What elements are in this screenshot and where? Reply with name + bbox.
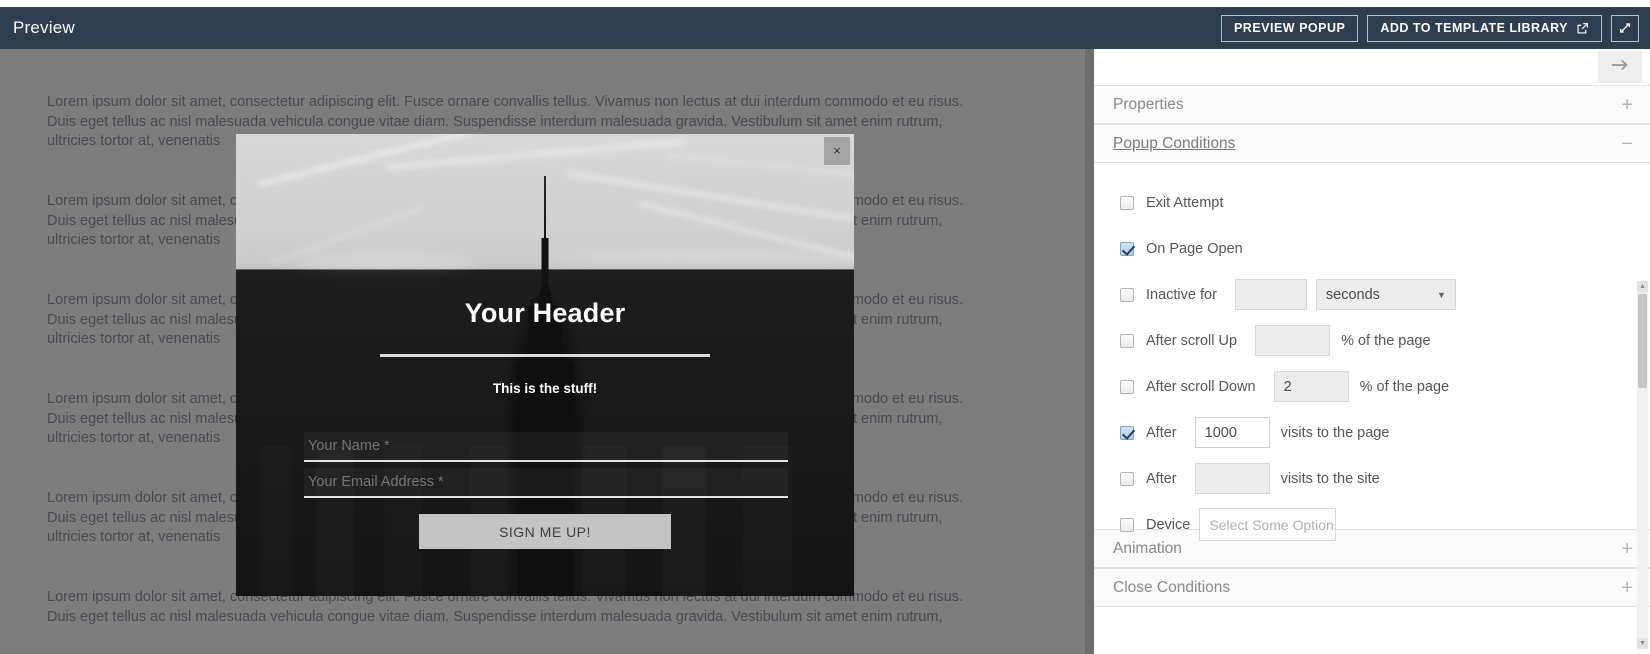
- checkbox-inactive-for[interactable]: [1120, 287, 1134, 302]
- inactive-unit-value: seconds: [1325, 286, 1380, 303]
- panel-top-strip: [1094, 49, 1650, 85]
- condition-label: Inactive for: [1146, 286, 1217, 303]
- popup-submit-button[interactable]: SIGN ME UP!: [419, 514, 671, 549]
- external-link-icon: [1576, 22, 1589, 35]
- condition-label: After: [1146, 470, 1177, 487]
- cloud-streak-icon: [296, 256, 476, 270]
- after-scroll-up-input[interactable]: [1255, 325, 1331, 356]
- checkbox-on-page-open[interactable]: [1120, 241, 1134, 256]
- condition-row-after-scroll-up: After scroll Up % of the page: [1094, 323, 1650, 358]
- condition-label: After scroll Up: [1146, 332, 1238, 349]
- arrow-right-icon: [1610, 58, 1630, 77]
- condition-row-after-visits-site: After visits to the site: [1094, 461, 1650, 496]
- accordion-section-properties[interactable]: Properties +: [1094, 85, 1650, 124]
- checkbox-after-visits-page[interactable]: [1120, 425, 1134, 440]
- condition-row-on-page-open: On Page Open: [1094, 231, 1650, 266]
- condition-label: Device: [1146, 516, 1191, 533]
- expand-diagonal-icon: [1618, 21, 1632, 35]
- condition-label: On Page Open: [1146, 240, 1243, 257]
- settings-panel: Properties + Popup Conditions − Exit Att…: [1085, 49, 1650, 654]
- popup-header-text: Your Header: [464, 298, 626, 328]
- condition-label: After: [1146, 424, 1177, 441]
- checkbox-exit-attempt[interactable]: [1120, 195, 1134, 210]
- preview-canvas: Lorem ipsum dolor sit amet, consectetur …: [0, 49, 1085, 654]
- add-to-template-library-button[interactable]: ADD TO TEMPLATE LIBRARY: [1367, 14, 1602, 42]
- expand-plus-icon: +: [1621, 576, 1633, 599]
- after-visits-page-input[interactable]: [1194, 417, 1270, 448]
- panel-gutter: [1085, 49, 1094, 654]
- condition-suffix: % of the page: [1359, 378, 1450, 395]
- scrollbar-thumb[interactable]: [1638, 294, 1647, 388]
- condition-label: Exit Attempt: [1146, 194, 1224, 211]
- chevron-down-icon: ▼: [1437, 289, 1446, 300]
- device-multiselect[interactable]: Select Some Options: [1199, 508, 1337, 541]
- scrollbar-up-arrow-icon[interactable]: ▲: [1637, 281, 1648, 292]
- panel-body: Properties + Popup Conditions − Exit Att…: [1094, 49, 1650, 654]
- accordion-label: Close Conditions: [1113, 578, 1231, 596]
- popup-subtext: This is the stuff!: [492, 381, 598, 396]
- accordion-section-popup-conditions[interactable]: Popup Conditions −: [1094, 124, 1650, 163]
- popup-conditions-panel: Exit Attempt On Page Open Inactive for s…: [1094, 163, 1650, 649]
- checkbox-after-scroll-down[interactable]: [1120, 379, 1134, 394]
- condition-row-after-scroll-down: After scroll Down % of the page: [1094, 369, 1650, 404]
- checkbox-device[interactable]: [1120, 517, 1134, 532]
- expand-plus-icon: +: [1621, 93, 1633, 116]
- panel-scrollbar[interactable]: ▲ ▼: [1637, 281, 1648, 649]
- checkbox-after-scroll-up[interactable]: [1120, 333, 1134, 348]
- accordion-label: Popup Conditions: [1113, 134, 1236, 152]
- popup-builder-screen: Preview PREVIEW POPUP ADD TO TEMPLATE LI…: [0, 0, 1650, 654]
- device-placeholder: Select Some Options: [1209, 516, 1337, 533]
- collapse-minus-icon: −: [1621, 132, 1633, 155]
- accordion-section-close-conditions[interactable]: Close Conditions +: [1094, 568, 1650, 607]
- page-title: Preview: [13, 18, 75, 37]
- fullscreen-expand-button[interactable]: [1611, 14, 1639, 42]
- condition-row-inactive-for: Inactive for seconds ▼: [1094, 277, 1650, 312]
- preview-popup-label: PREVIEW POPUP: [1233, 21, 1346, 35]
- collapse-panel-button[interactable]: [1598, 51, 1642, 83]
- condition-row-device: Device Select Some Options: [1094, 507, 1650, 542]
- preview-popup-button[interactable]: PREVIEW POPUP: [1220, 14, 1359, 42]
- accordion-label: Animation: [1113, 539, 1182, 557]
- antenna: [544, 176, 546, 246]
- popup-name-input[interactable]: [304, 432, 788, 462]
- toolbar-actions: PREVIEW POPUP ADD TO TEMPLATE LIBRARY: [1220, 14, 1650, 42]
- condition-label: After scroll Down: [1146, 378, 1256, 395]
- cloud-streak-icon: [567, 171, 854, 221]
- accordion-label: Properties: [1113, 95, 1184, 113]
- scrollbar-down-arrow-icon[interactable]: ▼: [1637, 638, 1648, 649]
- condition-suffix: visits to the site: [1280, 470, 1380, 487]
- top-toolbar: Preview PREVIEW POPUP ADD TO TEMPLATE LI…: [0, 7, 1650, 49]
- condition-suffix: visits to the page: [1280, 424, 1390, 441]
- condition-row-exit-attempt: Exit Attempt: [1094, 185, 1650, 220]
- after-scroll-down-input[interactable]: [1273, 371, 1349, 402]
- popup-content: Your Header This is the stuff! SIGN ME U…: [236, 270, 854, 596]
- after-visits-site-input[interactable]: [1194, 463, 1270, 494]
- inactive-unit-select[interactable]: seconds ▼: [1315, 279, 1456, 310]
- popup-close-button[interactable]: ×: [824, 137, 850, 165]
- condition-row-after-visits-page: After visits to the page: [1094, 415, 1650, 450]
- checkbox-after-visits-site[interactable]: [1120, 471, 1134, 486]
- add-to-template-library-label: ADD TO TEMPLATE LIBRARY: [1380, 21, 1568, 35]
- popup-modal: × Your Header This is the stuff! SIGN ME…: [236, 134, 854, 596]
- condition-suffix: % of the page: [1341, 332, 1431, 349]
- inactive-for-input[interactable]: [1234, 279, 1307, 310]
- popup-divider: [380, 354, 710, 357]
- popup-email-input[interactable]: [304, 468, 788, 498]
